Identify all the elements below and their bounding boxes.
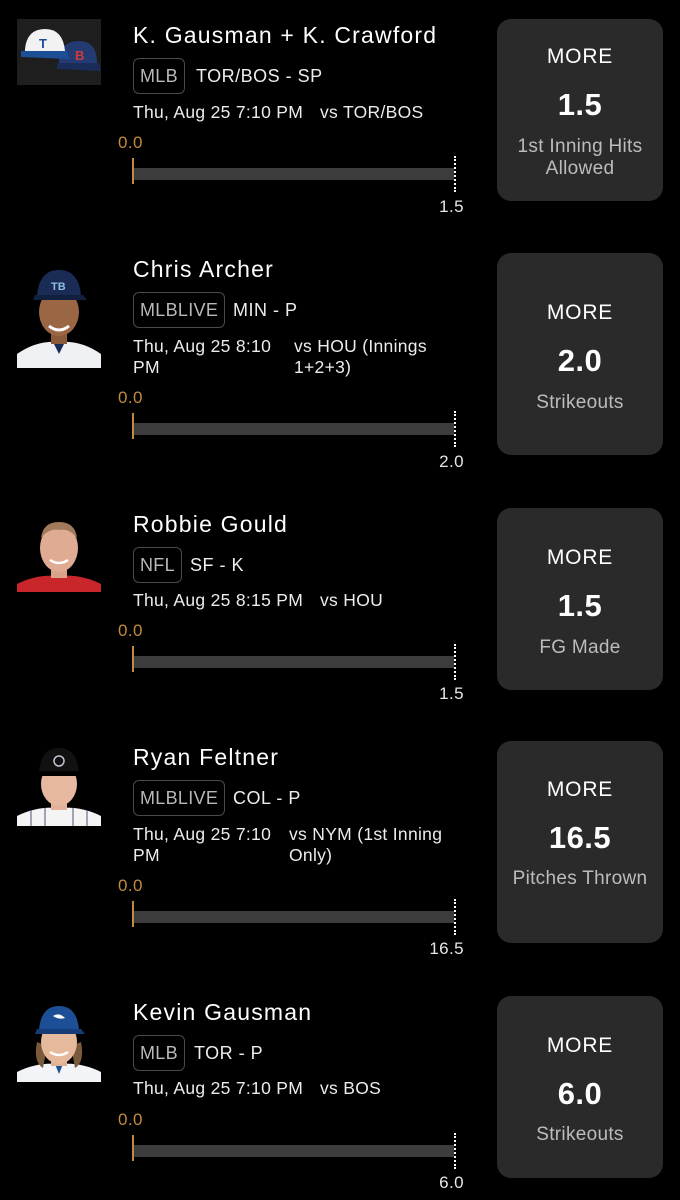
- player-name: Ryan Feltner: [133, 744, 280, 770]
- league-badge: MLBLIVE: [133, 292, 226, 328]
- progress-min-label: 0.0: [118, 876, 143, 895]
- progress-max-label: 2.0: [439, 452, 464, 471]
- player-name: Kevin Gausman: [133, 999, 313, 1025]
- stat-label: FG Made: [539, 637, 621, 658]
- progress-min-label: 0.0: [118, 1110, 143, 1129]
- progress-max-label: 1.5: [439, 684, 464, 703]
- progress-bar: [134, 911, 454, 923]
- more-button[interactable]: MORE 1.5 1st Inning Hits Allowed: [497, 19, 663, 201]
- game-time: Thu, Aug 25 8:10 PM: [133, 336, 272, 377]
- opponent: vs NYM (1st Inning Only): [289, 824, 443, 865]
- opponent: vs TOR/BOS: [320, 102, 424, 122]
- player-name: K. Gausman + K. Crawford: [133, 22, 438, 48]
- target-line-marker: [454, 644, 456, 680]
- line-value: 2.0: [557, 343, 603, 378]
- opponent: vs HOU: [320, 590, 384, 610]
- progress-min-label: 0.0: [118, 621, 143, 640]
- direction-label: MORE: [546, 301, 614, 324]
- pick-card: TB Chris Archer MLBLIVE MIN - P Thu, Aug…: [0, 240, 680, 490]
- target-line-marker: [454, 411, 456, 447]
- line-value: 1.5: [557, 588, 603, 623]
- rays-player-photo: TB: [17, 262, 101, 368]
- tor-bos-caps-icon: B T: [17, 19, 101, 85]
- bluejays-player-photo: [17, 1002, 101, 1082]
- player-name: Chris Archer: [133, 256, 274, 282]
- team-position: COL - P: [233, 788, 301, 808]
- progress-max-label: 16.5: [429, 939, 464, 958]
- pick-card: Kevin Gausman MLB TOR - P Thu, Aug 25 7:…: [0, 980, 680, 1200]
- direction-label: MORE: [546, 1034, 614, 1057]
- league-badge: NFL: [133, 547, 182, 583]
- svg-text:B: B: [75, 48, 84, 63]
- game-time: Thu, Aug 25 7:10 PM: [133, 824, 272, 865]
- game-time: Thu, Aug 25 8:15 PM: [133, 590, 304, 610]
- progress-bar: [134, 168, 454, 180]
- league-badge: MLB: [133, 58, 185, 94]
- more-button[interactable]: MORE 16.5 Pitches Thrown: [497, 741, 663, 943]
- team-position: SF - K: [190, 555, 245, 575]
- stat-label: Pitches Thrown: [512, 868, 648, 889]
- progress-bar: [134, 656, 454, 668]
- svg-text:TB: TB: [51, 281, 66, 293]
- direction-label: MORE: [546, 778, 614, 801]
- more-button[interactable]: MORE 1.5 FG Made: [497, 508, 663, 690]
- stat-label: 1st Inning Hits Allowed: [517, 136, 643, 179]
- direction-label: MORE: [546, 546, 614, 569]
- more-button[interactable]: MORE 6.0 Strikeouts: [497, 996, 663, 1178]
- team-position: TOR/BOS - SP: [196, 66, 323, 86]
- team-position: MIN - P: [233, 300, 298, 320]
- progress-min-label: 0.0: [118, 388, 143, 407]
- stat-label: Strikeouts: [536, 1124, 624, 1145]
- target-line-marker: [454, 899, 456, 935]
- target-line-marker: [454, 156, 456, 192]
- line-value: 6.0: [557, 1076, 603, 1111]
- direction-label: MORE: [546, 45, 614, 68]
- game-time: Thu, Aug 25 7:10 PM: [133, 1078, 304, 1098]
- line-value: 16.5: [548, 820, 612, 855]
- progress-max-label: 1.5: [439, 197, 464, 216]
- svg-text:T: T: [39, 36, 47, 51]
- progress-min-label: 0.0: [118, 133, 143, 152]
- league-badge: MLB: [133, 1035, 185, 1071]
- niners-player-photo: [17, 518, 101, 592]
- stat-label: Strikeouts: [536, 392, 624, 413]
- league-badge: MLBLIVE: [133, 780, 226, 816]
- line-value: 1.5: [557, 87, 603, 122]
- target-line-marker: [454, 1133, 456, 1169]
- pick-card: Robbie Gould NFL SF - K Thu, Aug 25 8:15…: [0, 490, 680, 730]
- game-time: Thu, Aug 25 7:10 PM: [133, 102, 304, 122]
- more-button[interactable]: MORE 2.0 Strikeouts: [497, 253, 663, 455]
- opponent: vs BOS: [320, 1078, 382, 1098]
- progress-bar: [134, 423, 454, 435]
- pick-card: Ryan Feltner MLBLIVE COL - P Thu, Aug 25…: [0, 730, 680, 980]
- progress-bar: [134, 1145, 454, 1157]
- rockies-player-photo: [17, 744, 101, 826]
- pick-card: B T K. Gausman + K. Crawford MLB TOR/BOS…: [0, 0, 680, 240]
- team-position: TOR - P: [194, 1043, 264, 1063]
- progress-max-label: 6.0: [439, 1173, 464, 1192]
- opponent: vs HOU (Innings 1+2+3): [294, 336, 427, 377]
- player-name: Robbie Gould: [133, 511, 289, 537]
